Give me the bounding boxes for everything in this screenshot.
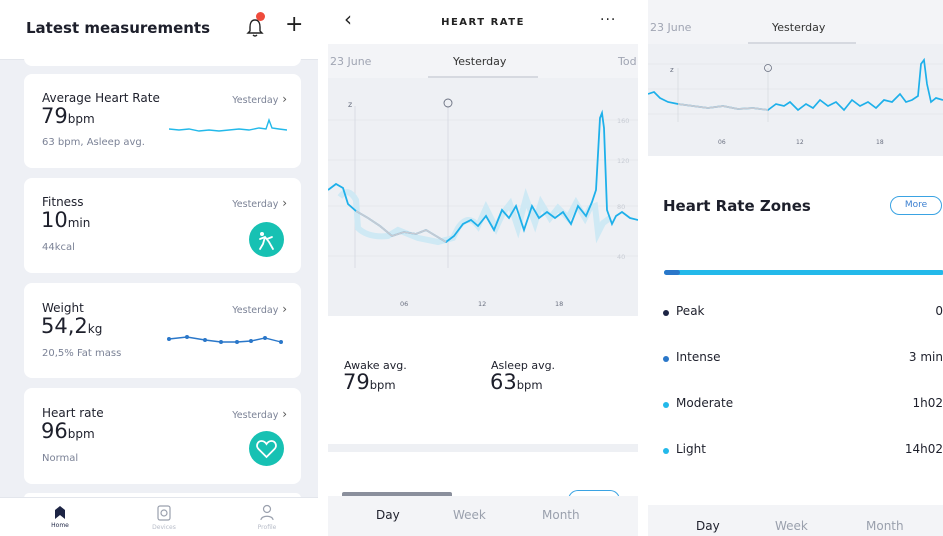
x-tick-label: 06 xyxy=(718,139,726,146)
card-heart-rate[interactable]: Heart rate Yesterday 96bpm Normal xyxy=(24,388,301,484)
card-title: Fitness xyxy=(42,195,84,209)
more-button[interactable]: More xyxy=(890,196,942,215)
card-date: Yesterday xyxy=(232,196,287,210)
card-average-heart-rate[interactable]: Average Heart Rate Yesterday 79bpm 63 bp… xyxy=(24,74,301,168)
zone-value: 1h02 xyxy=(912,396,943,410)
date-prev[interactable]: 23 June xyxy=(650,21,691,34)
card-partial[interactable] xyxy=(24,45,301,66)
zone-row-light: Light 14h02 xyxy=(663,442,943,462)
zone-row-intense: Intense 3 min xyxy=(663,350,943,370)
heart-rate-chart: z 160 120 80 40 06 12 18 xyxy=(328,78,638,316)
date-prev[interactable]: 23 June xyxy=(330,55,371,68)
x-tick-label: 06 xyxy=(400,300,408,308)
y-tick-label: 40 xyxy=(617,253,625,261)
x-tick-label: 12 xyxy=(796,139,804,146)
page-title: Latest measurements xyxy=(26,19,211,37)
heart-icon xyxy=(249,431,284,466)
profile-icon xyxy=(260,504,274,521)
zone-dot xyxy=(663,448,669,454)
zone-dot xyxy=(663,402,669,408)
card-subtitle: 63 bpm, Asleep avg. xyxy=(42,137,145,148)
x-tick-label: 12 xyxy=(478,300,486,308)
sparkline-weight xyxy=(167,335,283,344)
page-title: HEART RATE xyxy=(441,17,525,28)
latest-measurements-screen: Latest measurements + Average Heart Rate… xyxy=(0,0,318,536)
card-title: Weight xyxy=(42,301,84,315)
period-selector: Day Week Month xyxy=(328,496,638,536)
card-title: Heart rate xyxy=(42,406,104,420)
more-options-icon[interactable]: ··· xyxy=(600,12,616,28)
zone-name: Moderate xyxy=(676,396,734,410)
card-value: 96bpm xyxy=(41,419,95,443)
period-week[interactable]: Week xyxy=(453,508,486,522)
zone-dot xyxy=(663,310,669,316)
card-title: Average Heart Rate xyxy=(42,91,160,105)
awake-avg-value: 79bpm xyxy=(343,370,396,394)
zone-name: Intense xyxy=(676,350,721,364)
zone-value: 3 min xyxy=(908,350,943,364)
zone-row-moderate: Moderate 1h02 xyxy=(663,396,943,416)
date-current[interactable]: Yesterday xyxy=(453,55,506,68)
card-value: 54,2kg xyxy=(41,314,103,338)
x-tick-label: 18 xyxy=(876,139,884,146)
zone-name: Light xyxy=(676,442,706,456)
alarm-icon xyxy=(443,98,453,108)
period-selector: Day Week Month xyxy=(648,505,943,536)
card-subtitle: Normal xyxy=(42,453,79,464)
add-icon[interactable]: + xyxy=(285,12,303,37)
header: ‹ HEART RATE ··· xyxy=(328,0,638,44)
card-date: Yesterday xyxy=(232,407,287,421)
tab-label: Devices xyxy=(152,524,176,531)
heart-rate-chart-mini: z 06 12 18 xyxy=(648,44,943,156)
home-icon xyxy=(55,506,65,519)
card-subtitle: 44kcal xyxy=(42,242,75,253)
card-date: Yesterday xyxy=(232,92,287,106)
period-month[interactable]: Month xyxy=(866,519,904,533)
card-value: 79bpm xyxy=(41,104,95,128)
zones-progress-bar xyxy=(664,270,943,275)
sleep-marker-icon: z xyxy=(348,100,352,109)
date-current[interactable]: Yesterday xyxy=(772,21,825,34)
period-month[interactable]: Month xyxy=(542,508,580,522)
date-next[interactable]: Tod xyxy=(618,55,637,68)
device-icon xyxy=(157,505,171,521)
fitness-icon xyxy=(249,222,284,257)
sparkline-heart-rate xyxy=(169,118,287,132)
zone-value: 0 xyxy=(935,304,943,318)
date-selector: 23 June Yesterday xyxy=(648,0,943,44)
zone-dot xyxy=(663,356,669,362)
asleep-avg-value: 63bpm xyxy=(490,370,543,394)
period-day[interactable]: Day xyxy=(376,508,400,522)
card-value: 10min xyxy=(41,208,91,232)
y-tick-label: 160 xyxy=(617,117,629,125)
zone-value: 14h02 xyxy=(904,442,943,456)
zone-name: Peak xyxy=(676,304,705,318)
tab-bar: Home Devices Profile xyxy=(0,497,318,536)
y-tick-label: 120 xyxy=(617,157,629,165)
heart-rate-detail-screen: ‹ HEART RATE ··· 23 June Yesterday Tod z… xyxy=(328,0,638,536)
heart-rate-zones-screen: 23 June Yesterday z 06 12 18 Heart Rate … xyxy=(648,0,943,536)
notification-badge xyxy=(256,12,265,21)
zone-row-peak: Peak 0 xyxy=(663,304,943,324)
y-tick-label: 80 xyxy=(617,203,625,211)
x-tick-label: 18 xyxy=(555,300,563,308)
card-date: Yesterday xyxy=(232,302,287,316)
card-fitness[interactable]: Fitness Yesterday 10min 44kcal xyxy=(24,178,301,273)
card-weight[interactable]: Weight Yesterday 54,2kg 20,5% Fat mass xyxy=(24,283,301,378)
tab-devices[interactable]: Devices xyxy=(134,498,194,531)
card-subtitle: 20,5% Fat mass xyxy=(42,348,122,359)
date-selector: 23 June Yesterday Tod xyxy=(328,44,638,78)
averages-section: Awake avg. 79bpm Asleep avg. 63bpm xyxy=(328,316,638,446)
tab-label: Profile xyxy=(257,524,277,531)
sleep-marker-icon: z xyxy=(670,66,674,74)
zones-progress-segment-intense xyxy=(664,270,680,275)
tab-label: Home xyxy=(51,522,69,529)
bell-icon[interactable] xyxy=(246,18,264,38)
period-week[interactable]: Week xyxy=(775,519,808,533)
tab-home[interactable]: Home xyxy=(30,498,90,529)
tab-profile[interactable]: Profile xyxy=(237,498,297,531)
period-day[interactable]: Day xyxy=(696,519,720,533)
zones-title: Heart Rate Zones xyxy=(663,197,811,215)
